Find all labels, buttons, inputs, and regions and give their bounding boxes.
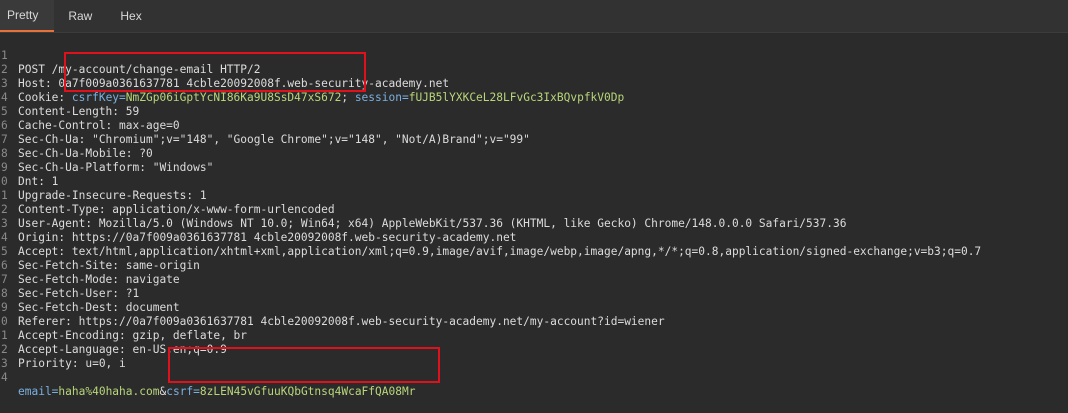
csrf-key-name: csrfKey= xyxy=(71,91,126,104)
cookie-separator: ; xyxy=(341,91,355,104)
request-line-text: Sec-Fetch-Dest: document xyxy=(18,301,180,314)
email-param-name: email= xyxy=(18,385,59,398)
tab-raw[interactable]: Raw xyxy=(54,0,106,32)
request-line-text: Content-Type: application/x-www-form-url… xyxy=(18,203,335,216)
request-body: email=haha%40haha.com&csrf=8zLEN45vGfuuK… xyxy=(18,385,415,399)
request-line-text: Upgrade-Insecure-Requests: 1 xyxy=(18,189,207,202)
line-number: 4 xyxy=(1,371,8,384)
email-param-value: haha%40haha.com xyxy=(58,385,160,398)
request-line-10: 0 Upgrade-Insecure-Requests: 1 xyxy=(0,161,207,202)
request-line-4: 4 Content-Length: 59 xyxy=(0,77,139,118)
csrf-param-name: csrf= xyxy=(166,385,200,398)
request-line-22: 2 Priority: u=0, i xyxy=(0,329,126,370)
request-line-text: Sec-Ch-Ua: "Chromium";v="148", "Google C… xyxy=(18,133,530,146)
request-line-12: 2 User-Agent: Mozilla/5.0 (Windows NT 10… xyxy=(0,189,846,230)
request-line-2: 2 Host: 0a7f009a0361637781 4cble20092008… xyxy=(0,49,449,90)
request-line-1: 1 POST /my-account/change-email HTTP/2 xyxy=(0,35,260,76)
request-line-text: Referer: https://0a7f009a0361637781 4cbl… xyxy=(18,315,665,328)
session-value: fUJB5lYXKCeL28LFvGc3IxBQvpfkV0Dp xyxy=(408,91,625,104)
request-line-text: User-Agent: Mozilla/5.0 (Windows NT 10.0… xyxy=(18,217,847,230)
request-line-text: Sec-Fetch-User: ?1 xyxy=(18,287,140,300)
session-name: session= xyxy=(354,91,409,104)
request-line-text: Sec-Ch-Ua-Mobile: ?0 xyxy=(18,147,153,160)
request-line-9: 9 Dnt: 1 xyxy=(0,147,58,188)
request-line-text: Sec-Fetch-Site: same-origin xyxy=(18,259,200,272)
request-line-18: 8 Sec-Fetch-Dest: document xyxy=(0,273,180,314)
request-line-15: 5 Sec-Fetch-Site: same-origin xyxy=(0,231,200,272)
request-line-14: 4 Accept: text/html,application/xhtml+xm… xyxy=(0,217,981,258)
request-line-11: 1 Content-Type: application/x-www-form-u… xyxy=(0,175,335,216)
highlight-box-cookie-csrf xyxy=(64,52,366,92)
request-line-6: 6 Sec-Ch-Ua: "Chromium";v="148", "Google… xyxy=(0,105,530,146)
request-line-text: Sec-Ch-Ua-Platform: "Windows" xyxy=(18,161,214,174)
request-line-text: Accept-Encoding: gzip, deflate, br xyxy=(18,329,248,342)
request-line-20: 0 Accept-Encoding: gzip, deflate, br xyxy=(0,301,247,342)
request-line-text: Origin: https://0a7f009a0361637781 4cble… xyxy=(18,231,517,244)
request-line-23: 3 xyxy=(0,343,27,370)
tab-pretty[interactable]: Pretty xyxy=(0,0,55,32)
editor-tab-bar: Pretty Raw Hex xyxy=(0,0,1068,33)
request-line-16: 6 Sec-Fetch-Mode: navigate xyxy=(0,245,180,286)
request-line-17: 7 Sec-Fetch-User: ?1 xyxy=(0,259,139,300)
csrf-param-value: 8zLEN45vGfuuKQbGtnsq4WcaFfQA08Mr xyxy=(199,385,416,398)
request-line-24: 4 email=haha%40haha.com&csrf=8zLEN45vGfu… xyxy=(0,357,415,398)
request-line-text: Priority: u=0, i xyxy=(18,357,126,370)
request-line-text: Content-Length: 59 xyxy=(18,105,140,118)
request-line-13: 3 Origin: https://0a7f009a0361637781 4cb… xyxy=(0,203,516,244)
tab-hex[interactable]: Hex xyxy=(106,0,155,32)
highlight-box-body-csrf xyxy=(168,347,440,383)
request-line-5: 5 Cache-Control: max-age=0 xyxy=(0,91,180,132)
request-line-3: 3 Cookie: csrfKey=NmZGp06iGptYcNI86Ka9U8… xyxy=(0,63,624,104)
request-line-8: 8 Sec-Ch-Ua-Platform: "Windows" xyxy=(0,133,213,174)
request-line-text: Accept: text/html,application/xhtml+xml,… xyxy=(18,245,982,258)
request-line-text: Cache-Control: max-age=0 xyxy=(18,119,180,132)
request-line-7: 7 Sec-Ch-Ua-Mobile: ?0 xyxy=(0,119,153,160)
request-line-text: Sec-Fetch-Mode: navigate xyxy=(18,273,180,286)
request-line-19: 9 Referer: https://0a7f009a0361637781 4c… xyxy=(0,287,665,328)
csrf-key-value: NmZGp06iGptYcNI86Ka9U8SsD47xS672 xyxy=(125,91,342,104)
request-line-21: 1 Accept-Language: en-US,en;q=0.9 xyxy=(0,315,227,356)
cookie-header: Cookie: csrfKey=NmZGp06iGptYcNI86Ka9U8Ss… xyxy=(18,91,624,105)
